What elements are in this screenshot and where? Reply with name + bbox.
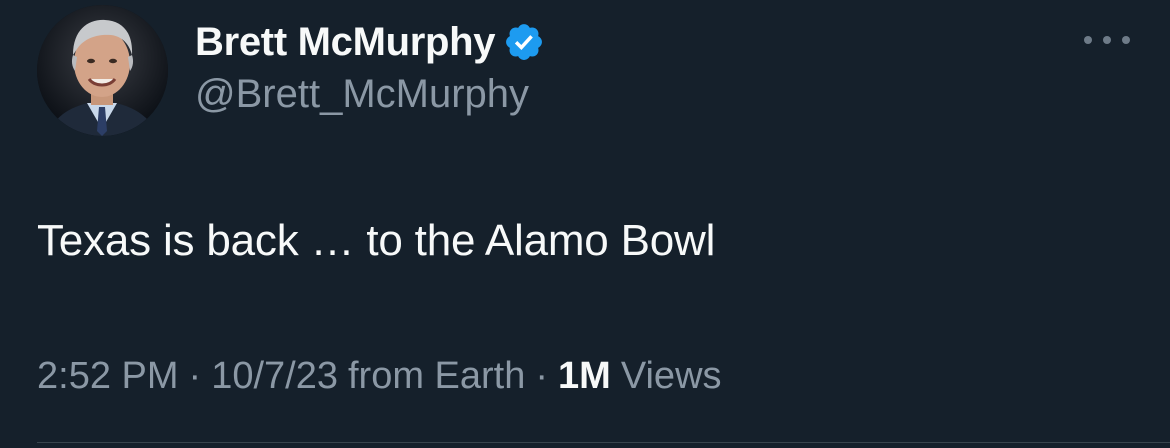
verified-badge-icon bbox=[503, 21, 545, 63]
tweet-text: Texas is back … to the Alamo Bowl bbox=[37, 216, 716, 265]
views-label: Views bbox=[620, 355, 722, 397]
tweet-date[interactable]: 10/7/23 bbox=[211, 355, 338, 398]
more-dot bbox=[1122, 36, 1130, 44]
meta-separator: · bbox=[188, 355, 202, 397]
more-dot bbox=[1103, 36, 1111, 44]
divider bbox=[37, 442, 1170, 443]
more-dots-icon[interactable] bbox=[1084, 28, 1130, 52]
profile-photo bbox=[37, 5, 168, 136]
views-count[interactable]: 1M bbox=[558, 355, 611, 398]
author-name-row: Brett McMurphy bbox=[195, 16, 545, 68]
tweet-metadata: 2:52 PM · 10/7/23 from Earth · 1M Views bbox=[37, 355, 722, 398]
tweet-time[interactable]: 2:52 PM bbox=[37, 355, 179, 398]
tweet-source: from Earth bbox=[347, 355, 526, 397]
meta-separator: · bbox=[535, 355, 549, 397]
author-display-name[interactable]: Brett McMurphy bbox=[195, 20, 496, 65]
tweet-card: Brett McMurphy @Brett_McMurphy Texas is … bbox=[0, 0, 1170, 448]
author-avatar[interactable] bbox=[37, 5, 168, 136]
author-handle[interactable]: @Brett_McMurphy bbox=[195, 72, 529, 117]
more-dot bbox=[1084, 36, 1092, 44]
